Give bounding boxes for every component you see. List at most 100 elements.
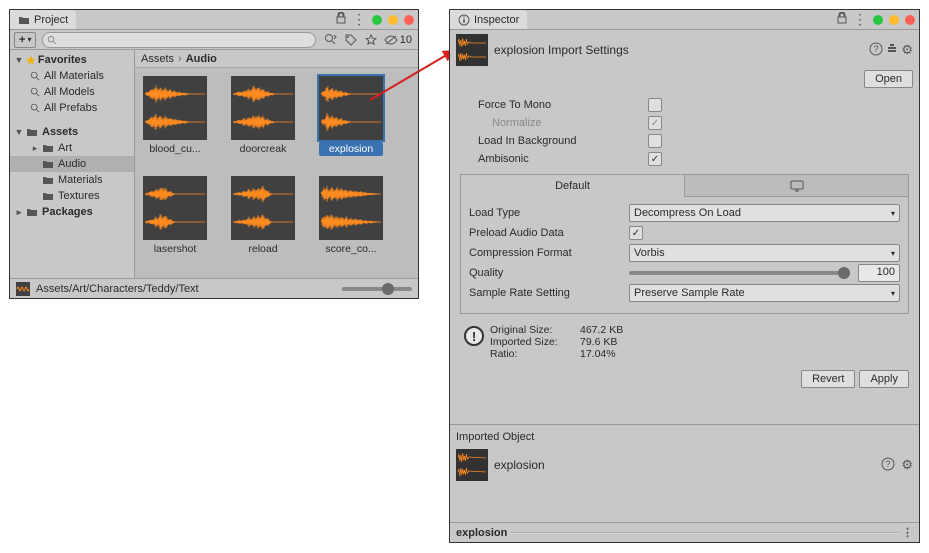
tree-item-label: All Models [44, 86, 95, 98]
ambisonic-label: Ambisonic [478, 153, 648, 165]
platform-tab-default[interactable]: Default [461, 175, 685, 197]
search-icon [47, 35, 57, 45]
create-button[interactable]: +▾ [14, 32, 36, 48]
platform-tab-standalone[interactable] [685, 175, 908, 197]
asset-item[interactable]: score_co... [319, 176, 383, 256]
help-icon[interactable]: ? [881, 457, 895, 474]
help-icon[interactable]: ? [869, 42, 883, 59]
gear-icon[interactable]: ⚙ [901, 457, 913, 473]
inspector-panel-header: Inspector ⋮ [450, 10, 919, 30]
preload-label: Preload Audio Data [469, 227, 625, 239]
search-input[interactable] [42, 32, 315, 48]
audio-thumb-icon [456, 34, 488, 66]
tree-packages[interactable]: ▸ Packages [10, 204, 134, 220]
quality-slider[interactable] [629, 271, 850, 275]
traffic-yellow-icon[interactable] [889, 15, 899, 25]
load-type-dropdown[interactable]: Decompress On Load▾ [629, 204, 900, 222]
audio-thumb-icon [231, 176, 295, 240]
tree-asset-item[interactable]: Materials [10, 172, 134, 188]
imp-size-label: Imported Size: [490, 336, 580, 348]
revert-button[interactable]: Revert [801, 370, 855, 388]
size-info: ! Original Size:467.2 KB Imported Size:7… [460, 322, 909, 362]
search-icon [30, 71, 40, 81]
tree-fav-item[interactable]: All Models [10, 84, 134, 100]
tree-favorites[interactable]: ▼ ★ Favorites [10, 52, 134, 68]
options-icon[interactable]: ⋮ [352, 11, 366, 28]
quality-value-field[interactable]: 100 [858, 264, 900, 282]
breadcrumb-current[interactable]: Audio [186, 53, 217, 65]
tree-favorites-label: Favorites [38, 54, 87, 66]
search-text[interactable] [59, 33, 311, 47]
lock-icon[interactable] [837, 12, 847, 27]
sample-rate-dropdown[interactable]: Preserve Sample Rate ▾ [629, 284, 900, 302]
preview-bar[interactable]: explosion ⋮ [450, 522, 919, 542]
folder-icon [42, 174, 54, 186]
ambisonic-checkbox[interactable]: ✓ [648, 152, 662, 166]
preset-icon[interactable] [885, 42, 899, 59]
traffic-green-icon[interactable] [873, 15, 883, 25]
eye-off-icon [384, 35, 398, 45]
tree-item-label: All Materials [44, 70, 104, 82]
asset-item-label: doorcreak [231, 142, 295, 156]
alert-icon: ! [464, 326, 484, 346]
normalize-checkbox[interactable]: ✓ [648, 116, 662, 130]
favorite-button[interactable] [362, 32, 380, 48]
tree-asset-item[interactable]: ▸Art [10, 140, 134, 156]
breadcrumb-root[interactable]: Assets [141, 53, 174, 65]
quality-label: Quality [469, 267, 625, 279]
compression-label: Compression Format [469, 247, 625, 259]
open-button[interactable]: Open [864, 70, 913, 88]
search-by-type-button[interactable] [322, 32, 340, 48]
preload-checkbox[interactable]: ✓ [629, 226, 643, 240]
force-to-mono-label: Force To Mono [478, 99, 648, 111]
options-icon[interactable]: ⋮ [902, 526, 913, 539]
inspector-tab[interactable]: Inspector [450, 10, 527, 29]
sample-rate-value: Preserve Sample Rate [634, 287, 745, 299]
compression-dropdown[interactable]: Vorbis ▾ [629, 244, 900, 262]
import-title: explosion Import Settings [494, 43, 863, 57]
asset-item[interactable]: blood_cu... [143, 76, 207, 156]
asset-item-label: reload [231, 242, 295, 256]
audio-thumb-icon [319, 176, 383, 240]
ratio-label: Ratio: [490, 348, 580, 360]
thumbnail-size-slider[interactable] [342, 287, 412, 291]
search-icon [30, 87, 40, 97]
asset-item[interactable]: lasershot [143, 176, 207, 256]
traffic-green-icon[interactable] [372, 15, 382, 25]
imp-size-value: 79.6 KB [580, 336, 623, 348]
chevron-right-icon: › [178, 53, 182, 65]
sample-rate-label: Sample Rate Setting [469, 287, 625, 299]
lock-icon[interactable] [336, 12, 346, 27]
options-icon[interactable]: ⋮ [853, 11, 867, 28]
folder-icon [26, 126, 38, 138]
search-by-label-button[interactable] [342, 32, 360, 48]
load-in-background-checkbox[interactable] [648, 134, 662, 148]
hidden-count-label: 10 [400, 34, 412, 46]
tree-fav-item[interactable]: All Prefabs [10, 100, 134, 116]
gear-icon[interactable]: ⚙ [901, 42, 913, 59]
apply-button[interactable]: Apply [859, 370, 909, 388]
asset-item-label: blood_cu... [143, 142, 207, 156]
compression-value: Vorbis [634, 247, 665, 259]
traffic-red-icon[interactable] [404, 15, 414, 25]
tree-asset-item[interactable]: Textures [10, 188, 134, 204]
tree-asset-item-audio[interactable]: Audio [10, 156, 134, 172]
tree-fav-item[interactable]: All Materials [10, 68, 134, 84]
asset-item[interactable]: doorcreak [231, 76, 295, 156]
audio-thumb-icon [319, 76, 383, 140]
force-to-mono-checkbox[interactable] [648, 98, 662, 112]
chevron-down-icon: ▾ [891, 289, 895, 298]
hidden-toggle[interactable]: 10 [382, 34, 414, 46]
preview-drag-handle[interactable] [511, 532, 898, 534]
tree-assets[interactable]: ▼ Assets [10, 124, 134, 140]
traffic-red-icon[interactable] [905, 15, 915, 25]
traffic-yellow-icon[interactable] [388, 15, 398, 25]
search-icon [30, 103, 40, 113]
chevron-down-icon: ▾ [891, 249, 895, 258]
audio-thumb-icon [143, 176, 207, 240]
asset-item-label: explosion [319, 142, 383, 156]
asset-item[interactable]: explosion [319, 76, 383, 156]
asset-item[interactable]: reload [231, 176, 295, 256]
project-tab[interactable]: Project [10, 10, 76, 29]
inspector-tab-label: Inspector [474, 14, 519, 26]
